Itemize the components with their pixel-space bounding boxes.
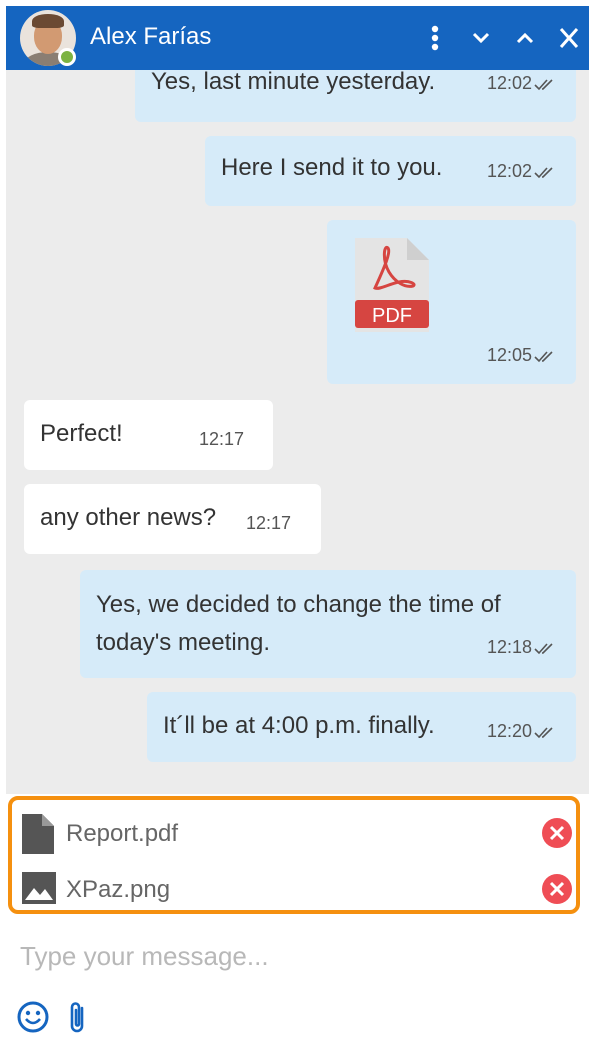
- message-time: 12:05: [486, 345, 532, 365]
- message-meta: 12:05: [487, 344, 558, 366]
- message-text: Yes, last minute yesterday.: [151, 70, 436, 95]
- message-time: 12:02: [486, 161, 532, 181]
- emoji-icon: [17, 1001, 49, 1033]
- message-outgoing: Yes, we decided to change the time of to…: [80, 570, 576, 678]
- emoji-button[interactable]: [16, 1000, 50, 1039]
- more-options-button[interactable]: [418, 18, 452, 58]
- read-ticks-icon: [534, 727, 553, 739]
- message-time: 12:02: [486, 73, 532, 93]
- maximize-button[interactable]: [508, 18, 542, 58]
- message-text: It´ll be at 4:00 p.m. finally.: [163, 712, 435, 739]
- close-chat-button[interactable]: [552, 18, 586, 58]
- attachment-item[interactable]: XPaz.png: [22, 868, 572, 912]
- pending-attachments: Report.pdf XPaz.png: [8, 796, 580, 914]
- message-incoming: Perfect! 12:17: [24, 400, 273, 470]
- chevron-down-icon: [472, 32, 490, 44]
- message-list[interactable]: Yes, last minute yesterday. 12:02 Here I…: [6, 70, 589, 794]
- attachment-item[interactable]: Report.pdf: [22, 812, 572, 856]
- chat-header: Alex Farías: [6, 6, 589, 70]
- close-icon: [549, 881, 565, 897]
- read-ticks-icon: [534, 643, 553, 655]
- message-time: 12:17: [246, 513, 292, 533]
- avatar-hair: [32, 14, 64, 28]
- message-time: 12:17: [199, 429, 245, 449]
- attachment-name: XPaz.png: [66, 876, 171, 903]
- pdf-label: PDF: [372, 305, 412, 327]
- image-icon: [22, 872, 56, 904]
- close-icon: [549, 825, 565, 841]
- message-text: Perfect!: [40, 420, 123, 447]
- attach-button[interactable]: [66, 1000, 90, 1041]
- message-time: 12:20: [486, 721, 532, 741]
- read-ticks-icon: [534, 167, 553, 179]
- message-text-line-1: Yes, we decided to change the time of: [96, 591, 501, 618]
- message-meta: 12:02: [487, 72, 558, 94]
- contact-name[interactable]: Alex Farías: [90, 22, 211, 52]
- read-ticks-icon: [534, 351, 553, 363]
- message-input[interactable]: [8, 930, 578, 982]
- message-file[interactable]: PDF 12:05: [327, 220, 576, 384]
- close-icon: [559, 28, 579, 48]
- message-text: Here I send it to you.: [221, 154, 443, 181]
- minimize-button[interactable]: [464, 18, 498, 58]
- remove-attachment-button[interactable]: [542, 818, 572, 848]
- message-outgoing: Yes, last minute yesterday. 12:02: [135, 70, 576, 122]
- message-text-line-2: today's meeting.: [96, 629, 271, 656]
- message-outgoing: It´ll be at 4:00 p.m. finally. 12:20: [147, 692, 576, 762]
- pdf-file-icon: PDF: [355, 238, 429, 332]
- read-ticks-icon: [534, 79, 553, 91]
- chevron-up-icon: [516, 32, 534, 44]
- message-meta: 12:02: [487, 160, 558, 182]
- message-meta: 12:18: [487, 636, 558, 658]
- paperclip-icon: [70, 1002, 84, 1033]
- more-vertical-icon: [431, 25, 439, 51]
- message-outgoing: Here I send it to you. 12:02: [205, 136, 576, 206]
- message-time: 12:18: [486, 637, 532, 657]
- presence-online-indicator: [58, 48, 76, 66]
- message-meta: 12:20: [487, 720, 558, 742]
- file-icon: [22, 814, 54, 854]
- attachment-name: Report.pdf: [66, 820, 179, 847]
- remove-attachment-button[interactable]: [542, 874, 572, 904]
- message-text: any other news?: [40, 504, 217, 531]
- message-incoming: any other news? 12:17: [24, 484, 321, 554]
